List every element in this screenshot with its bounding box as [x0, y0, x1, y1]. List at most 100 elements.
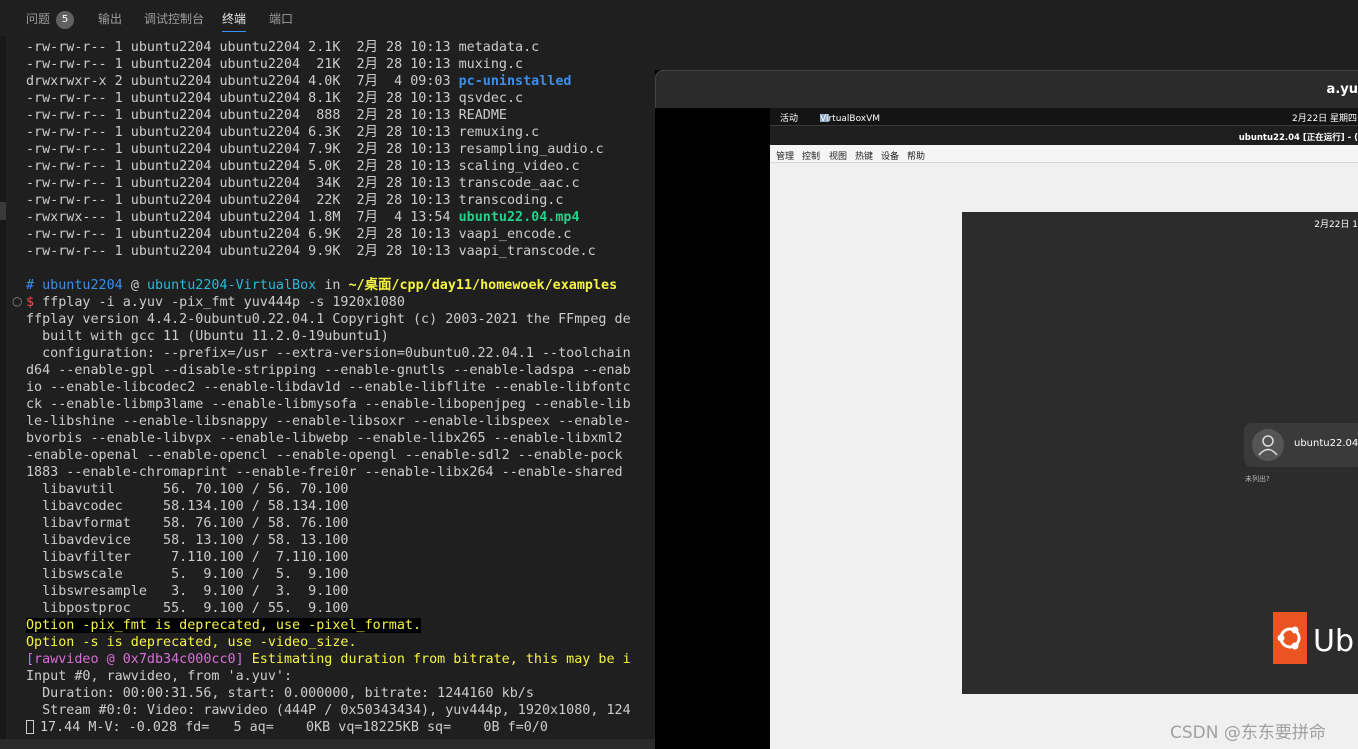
warning-pix-fmt: Option -pix_fmt is deprecated, use -pixe… — [26, 618, 422, 633]
listing-row: -rw-rw-r-- 1 ubuntu2204 ubuntu2204 888 2… — [26, 107, 507, 124]
listing-filename[interactable]: scaling_video.c — [459, 159, 580, 174]
output-line: libavutil 56. 70.100 / 56. 70.100 — [26, 482, 349, 497]
menu-devices[interactable]: 设备 — [881, 149, 899, 162]
output-line: libswresample 3. 9.100 / 3. 9.100 — [26, 584, 349, 599]
listing-filename[interactable]: resampling_audio.c — [459, 142, 604, 157]
prompt-in: in — [324, 278, 341, 293]
listing-row: drwxrwxr-x 2 ubuntu2204 ubuntu2204 4.0K … — [26, 73, 571, 90]
listing-filename[interactable]: README — [459, 108, 507, 123]
tab-problems-label: 问题 — [26, 12, 51, 26]
listing-meta: -rw-rw-r-- 1 ubuntu2204 ubuntu2204 9.9K … — [26, 244, 459, 259]
gnome-top-bar: 活动 VirtualBoxVM 2月22日 星期四 — [770, 108, 1358, 125]
listing-filename[interactable]: vaapi_encode.c — [459, 227, 572, 242]
video-black-area — [655, 108, 770, 749]
prompt-path: ~/桌面/cpp/day11/homewoek/examples — [348, 278, 618, 293]
menu-control[interactable]: 控制 — [802, 149, 820, 162]
listing-filename[interactable]: remuxing.c — [459, 125, 540, 140]
menu-manage[interactable]: 管理 — [776, 149, 794, 162]
listing-filename[interactable]: pc-uninstalled — [459, 74, 572, 89]
output-line: -enable-openal --enable-opencl --enable-… — [26, 448, 623, 463]
guest-screen[interactable]: 2月22日 1 ubuntu22.04 未列出? Ub — [962, 212, 1358, 694]
listing-row: -rw-rw-r-- 1 ubuntu2204 ubuntu2204 5.0K … — [26, 158, 580, 175]
virtualbox-frame: 活动 VirtualBoxVM 2月22日 星期四 ubuntu22.04 [正… — [770, 108, 1358, 749]
menu-help[interactable]: 帮助 — [907, 149, 925, 162]
listing-meta: -rw-rw-r-- 1 ubuntu2204 ubuntu2204 34K 2… — [26, 176, 459, 191]
output-line: built with gcc 11 (Ubuntu 11.2.0-19ubunt… — [26, 329, 389, 344]
listing-filename[interactable]: transcode_aac.c — [459, 176, 580, 191]
warning-line: Option -pix_fmt is deprecated, use -pixe… — [26, 617, 422, 634]
output-line: libavdevice 58. 13.100 / 58. 13.100 — [26, 533, 349, 548]
ubuntu-wordmark: Ub — [1313, 624, 1355, 659]
panel-tab-bar: 问题 5 输出 调试控制台 终端 端口 — [0, 0, 1358, 36]
listing-filename[interactable]: muxing.c — [459, 57, 524, 72]
tab-terminal-label: 终端 — [222, 12, 247, 26]
listing-meta: -rw-rw-r-- 1 ubuntu2204 ubuntu2204 888 2… — [26, 108, 459, 123]
terminal[interactable]: -rw-rw-r-- 1 ubuntu2204 ubuntu2204 2.1K … — [6, 36, 655, 739]
vm-window-title: ubuntu22.04 [正在运行] - ( — [770, 125, 1358, 145]
stream-line: Stream #0:0: Video: rawvideo (444P / 0x5… — [26, 703, 631, 718]
listing-row: -rw-rw-r-- 1 ubuntu2204 ubuntu2204 2.1K … — [26, 39, 539, 56]
tab-output[interactable]: 输出 — [98, 10, 122, 32]
ubuntu-logo-icon — [1273, 612, 1307, 664]
prompt-line: # ubuntu2204 @ ubuntu2204-VirtualBox in … — [26, 277, 617, 294]
listing-row: -rw-rw-r-- 1 ubuntu2204 ubuntu2204 6.3K … — [26, 124, 539, 141]
csdn-watermark: CSDN @东东要拼命 — [1170, 723, 1326, 743]
command-line: $ ffplay -i a.yuv -pix_fmt yuv444p -s 19… — [26, 294, 405, 311]
listing-meta: -rw-rw-r-- 1 ubuntu2204 ubuntu2204 22K 2… — [26, 193, 459, 208]
input-line: Input #0, rawvideo, from 'a.yuv': — [26, 669, 293, 684]
output-line: le-libshine --enable-libsnappy --enable-… — [26, 414, 631, 429]
listing-row: -rw-rw-r-- 1 ubuntu2204 ubuntu2204 34K 2… — [26, 175, 580, 192]
ffplay-window[interactable]: a.yu 活动 VirtualBoxVM 2月22日 星期四 ubuntu22.… — [655, 70, 1358, 749]
vm-title-text: ubuntu22.04 [正在运行] - ( — [1238, 133, 1358, 143]
rawvideo-tag: [rawvideo @ 0x7db34c000cc0] — [26, 652, 244, 667]
prompt-hash: # — [26, 278, 35, 293]
problems-count-badge: 5 — [56, 10, 75, 29]
menu-view[interactable]: 视图 — [829, 149, 847, 162]
playback-status: 17.44 M-V: -0.028 fd= 5 aq= 0KB vq=18225… — [40, 720, 548, 735]
listing-filename[interactable]: metadata.c — [459, 40, 540, 55]
output-line: libswscale 5. 9.100 / 5. 9.100 — [26, 567, 349, 582]
listing-row: -rwxrwx--- 1 ubuntu2204 ubuntu2204 1.8M … — [26, 209, 580, 226]
listing-row: -rw-rw-r-- 1 ubuntu2204 ubuntu2204 6.9K … — [26, 226, 571, 243]
listing-filename[interactable]: qsvdec.c — [459, 91, 524, 106]
listing-row: -rw-rw-r-- 1 ubuntu2204 ubuntu2204 8.1K … — [26, 90, 523, 107]
output-line: ck --enable-libmp3lame --enable-libmysof… — [26, 397, 631, 412]
listing-row: -rw-rw-r-- 1 ubuntu2204 ubuntu2204 21K 2… — [26, 56, 523, 73]
listing-meta: -rwxrwx--- 1 ubuntu2204 ubuntu2204 1.8M … — [26, 210, 459, 225]
tab-output-label: 输出 — [98, 12, 123, 26]
user-avatar-icon — [1252, 429, 1284, 461]
command-decoration-icon[interactable]: ○ — [12, 294, 22, 308]
prompt-user: ubuntu2204 — [42, 278, 123, 293]
gnome-clock[interactable]: 2月22日 星期四 — [1292, 111, 1357, 124]
login-user-card[interactable]: ubuntu22.04 — [1244, 423, 1358, 467]
output-line: libpostproc 55. 9.100 / 55. 9.100 — [26, 601, 349, 616]
tab-debug-console-label: 调试控制台 — [144, 12, 205, 26]
listing-filename[interactable]: vaapi_transcode.c — [459, 244, 596, 259]
listing-filename[interactable]: ubuntu22.04.mp4 — [459, 210, 580, 225]
listing-filename[interactable]: transcoding.c — [459, 193, 564, 208]
activities-button[interactable]: 活动 — [780, 111, 798, 124]
app-name: VirtualBoxVM — [820, 114, 881, 124]
command-text: ffplay -i a.yuv -pix_fmt yuv444p -s 1920… — [42, 295, 405, 310]
window-title: a.yu — [1326, 82, 1358, 97]
output-line: libavcodec 58.134.100 / 58.134.100 — [26, 499, 349, 514]
prompt-at: @ — [130, 278, 139, 293]
output-line: d64 --enable-gpl --disable-stripping --e… — [26, 363, 631, 378]
menu-hotkey[interactable]: 热键 — [855, 149, 873, 162]
status-line: 17.44 M-V: -0.028 fd= 5 aq= 0KB vq=18225… — [26, 719, 548, 736]
listing-row: -rw-rw-r-- 1 ubuntu2204 ubuntu2204 9.9K … — [26, 243, 596, 260]
tab-debug-console[interactable]: 调试控制台 — [144, 10, 204, 32]
tab-terminal[interactable]: 终端 — [222, 10, 247, 32]
tab-ports[interactable]: 端口 — [269, 10, 293, 32]
output-line: libavfilter 7.110.100 / 7.110.100 — [26, 550, 349, 565]
vm-menubar: 管理 控制 视图 热键 设备 帮助 — [770, 145, 1358, 163]
output-line: libavformat 58. 76.100 / 58. 76.100 — [26, 516, 349, 531]
output-line: ffplay version 4.4.2-0ubuntu0.22.04.1 Co… — [26, 312, 631, 327]
listing-row: -rw-rw-r-- 1 ubuntu2204 ubuntu2204 22K 2… — [26, 192, 563, 209]
window-titlebar[interactable]: a.yu — [655, 70, 1358, 108]
guest-clock: 2月22日 1 — [1314, 220, 1358, 230]
output-line: configuration: --prefix=/usr --extra-ver… — [26, 346, 631, 361]
prompt-host: ubuntu2204-VirtualBox — [146, 278, 317, 293]
not-listed-link[interactable]: 未列出? — [1245, 474, 1270, 484]
tab-problems[interactable]: 问题 5 — [26, 10, 75, 32]
